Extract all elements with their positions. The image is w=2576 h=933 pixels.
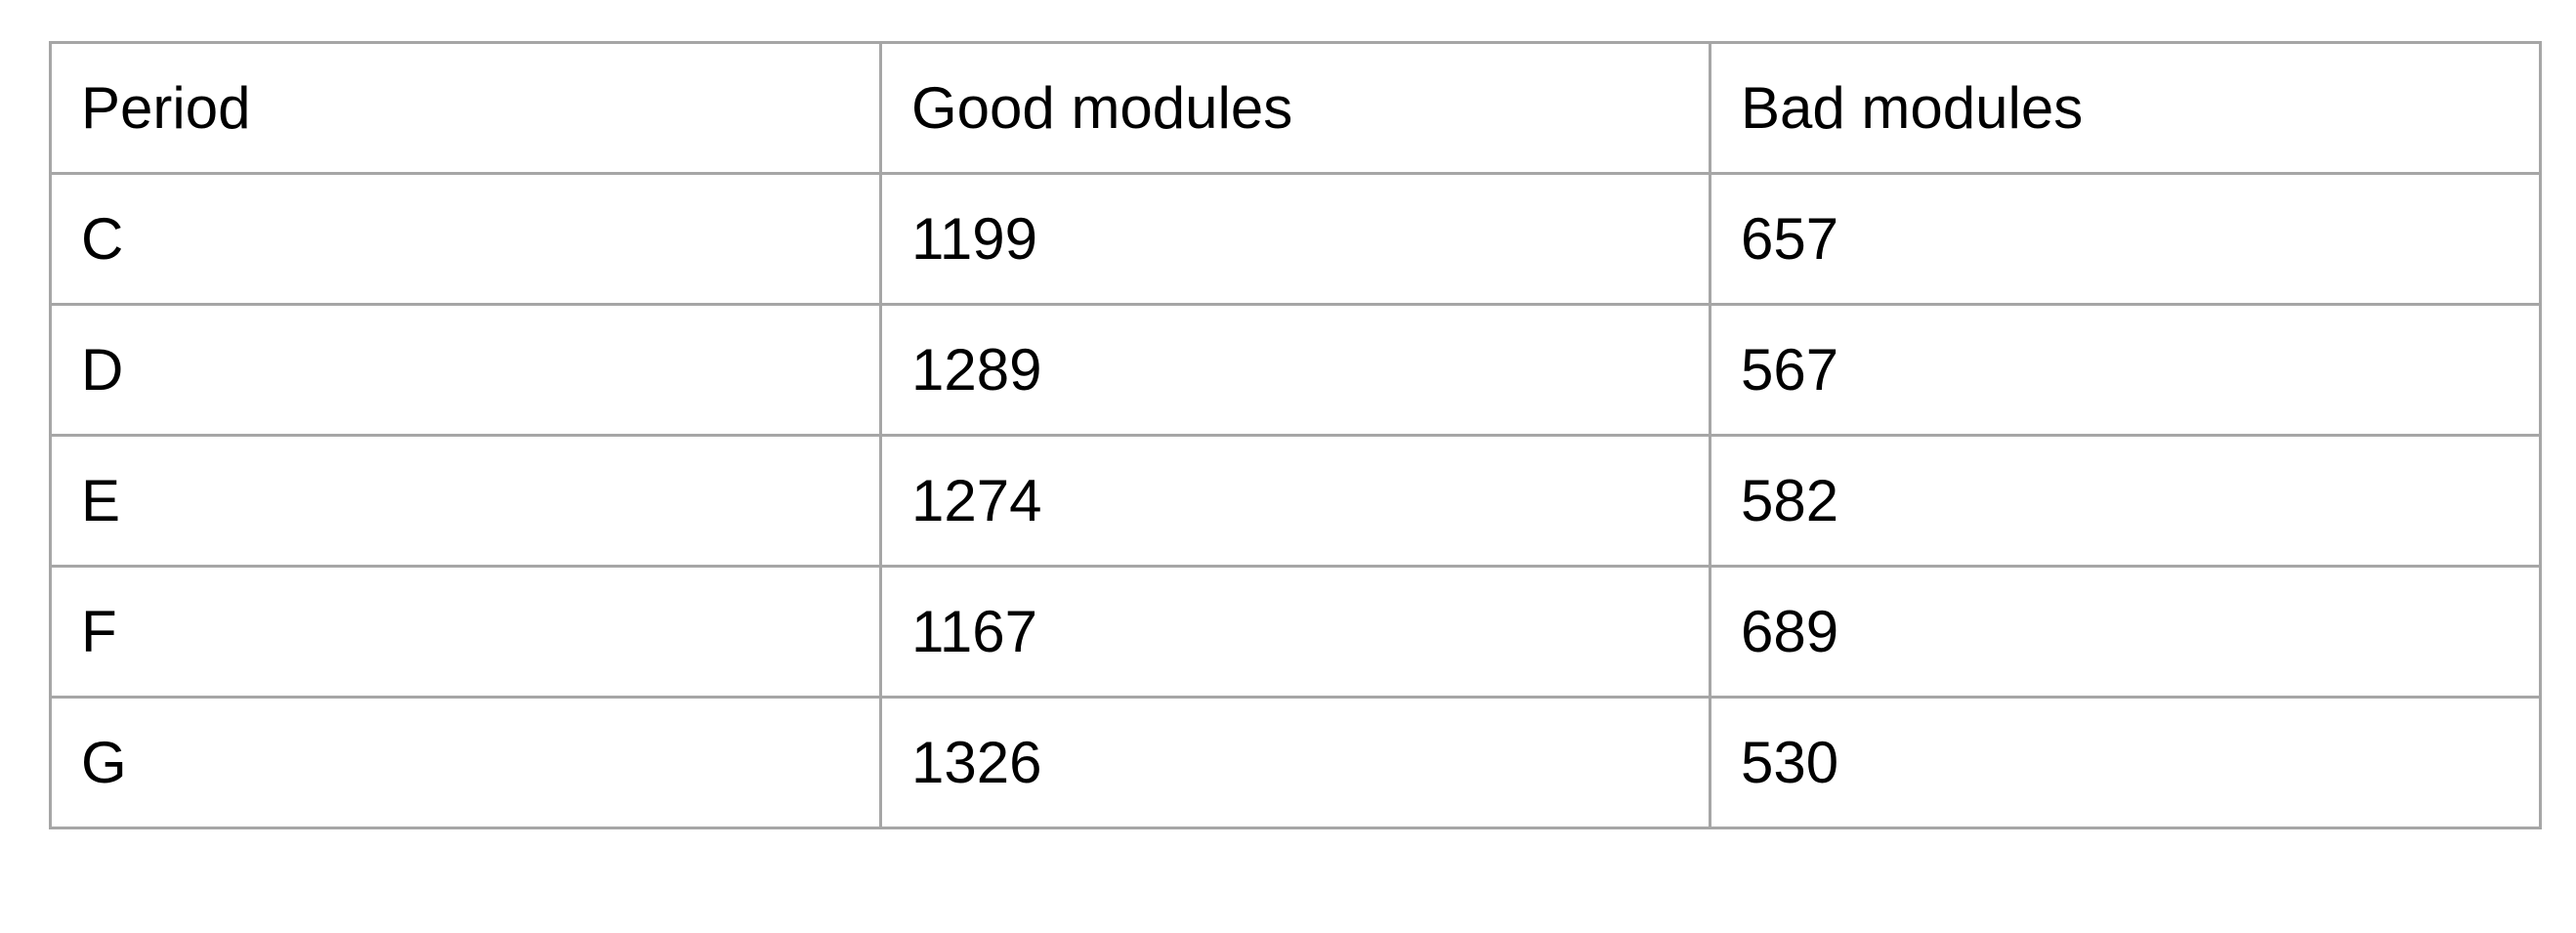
cell-good-modules: 1199 bbox=[879, 172, 1711, 306]
header-bad-modules: Bad modules bbox=[1709, 41, 2542, 175]
table-row: F 1167 689 bbox=[49, 565, 2542, 699]
cell-bad-modules: 657 bbox=[1709, 172, 2542, 306]
data-table-container: Period Good modules Bad modules C 1199 6… bbox=[49, 41, 2542, 829]
table-row: G 1326 530 bbox=[49, 696, 2542, 829]
cell-bad-modules: 689 bbox=[1709, 565, 2542, 699]
cell-bad-modules: 567 bbox=[1709, 303, 2542, 437]
data-table: Period Good modules Bad modules C 1199 6… bbox=[49, 41, 2542, 829]
cell-good-modules: 1274 bbox=[879, 434, 1711, 568]
cell-good-modules: 1289 bbox=[879, 303, 1711, 437]
cell-bad-modules: 530 bbox=[1709, 696, 2542, 829]
table-header-row: Period Good modules Bad modules bbox=[49, 41, 2542, 175]
cell-period: C bbox=[49, 172, 882, 306]
header-good-modules: Good modules bbox=[879, 41, 1711, 175]
cell-period: F bbox=[49, 565, 882, 699]
header-period: Period bbox=[49, 41, 882, 175]
cell-period: G bbox=[49, 696, 882, 829]
cell-good-modules: 1326 bbox=[879, 696, 1711, 829]
table-row: D 1289 567 bbox=[49, 303, 2542, 437]
cell-period: E bbox=[49, 434, 882, 568]
cell-bad-modules: 582 bbox=[1709, 434, 2542, 568]
cell-good-modules: 1167 bbox=[879, 565, 1711, 699]
table-row: E 1274 582 bbox=[49, 434, 2542, 568]
table-row: C 1199 657 bbox=[49, 172, 2542, 306]
cell-period: D bbox=[49, 303, 882, 437]
